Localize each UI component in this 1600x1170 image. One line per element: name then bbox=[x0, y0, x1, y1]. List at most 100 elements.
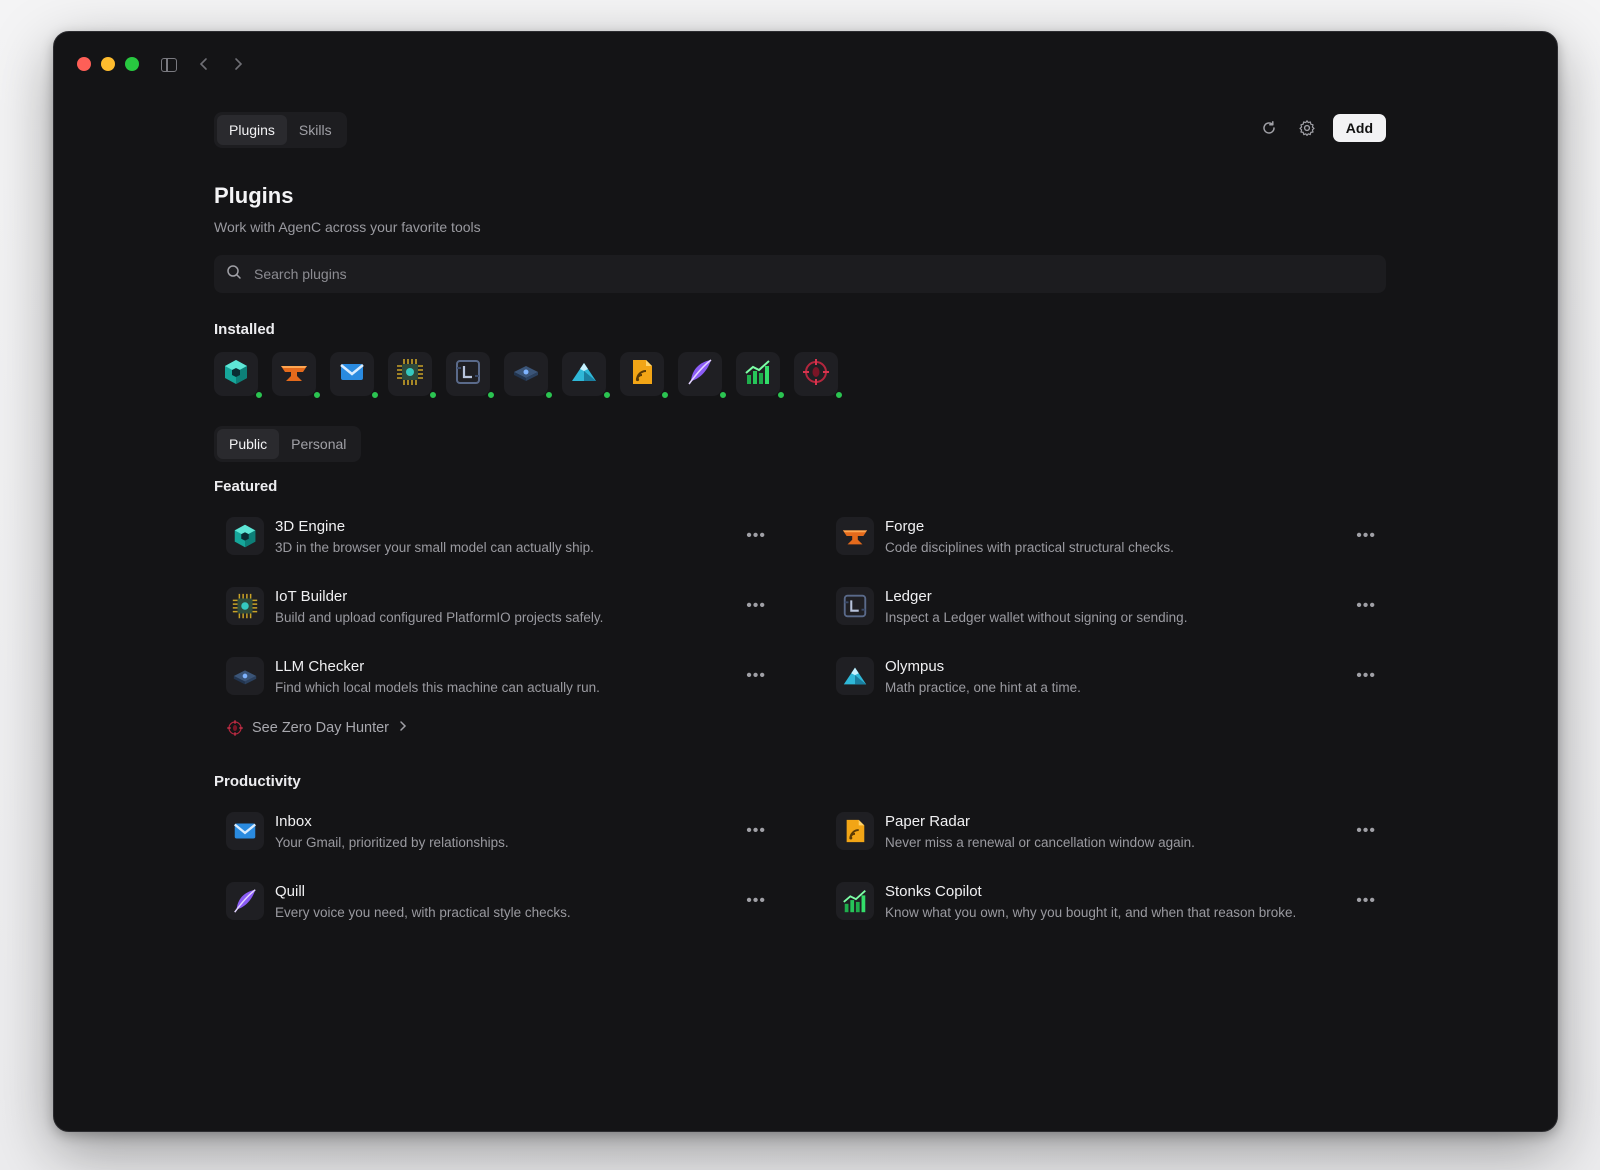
more-options-icon[interactable]: ••• bbox=[1356, 822, 1376, 840]
plugin-description: Math practice, one hint at a time. bbox=[885, 679, 1081, 695]
plugin-description: Inspect a Ledger wallet without signing … bbox=[885, 609, 1188, 625]
plugin-card-llm-checker[interactable]: LLM Checker Find which local models this … bbox=[214, 641, 776, 711]
plugin-name: 3D Engine bbox=[275, 517, 346, 535]
more-options-icon[interactable]: ••• bbox=[746, 822, 766, 840]
plugin-name: Ledger bbox=[885, 587, 932, 605]
tab-plugins[interactable]: Plugins bbox=[217, 115, 287, 145]
installed-stonks-copilot[interactable] bbox=[736, 352, 785, 399]
installed-3d-engine[interactable] bbox=[214, 352, 263, 399]
installed-quill[interactable] bbox=[678, 352, 727, 399]
plugin-name: Inbox bbox=[275, 812, 312, 830]
close-window-button[interactable] bbox=[77, 57, 91, 71]
stocks-chart-icon bbox=[743, 357, 773, 392]
page-title: Plugins bbox=[214, 183, 294, 208]
plugin-description: Find which local models this machine can… bbox=[275, 679, 600, 695]
installed-ledger[interactable] bbox=[446, 352, 495, 399]
installed-paper-radar[interactable] bbox=[620, 352, 669, 399]
gear-icon[interactable] bbox=[1295, 116, 1319, 140]
more-options-icon[interactable]: ••• bbox=[1356, 892, 1376, 910]
see-more-label: See Zero Day Hunter bbox=[252, 720, 390, 736]
installed-status-dot bbox=[545, 391, 553, 399]
anvil-icon bbox=[836, 517, 874, 555]
llm-chip-icon bbox=[226, 657, 264, 695]
installed-status-dot bbox=[255, 391, 263, 399]
plugin-card-paper-radar[interactable]: Paper Radar Never miss a renewal or cance… bbox=[824, 796, 1386, 866]
see-zero-day-hunter-link[interactable]: See Zero Day Hunter bbox=[214, 711, 1386, 745]
plugin-card-iot-builder[interactable]: IoT Builder Build and upload configured P… bbox=[214, 571, 776, 641]
ledger-icon bbox=[836, 587, 874, 625]
plugin-card-stonks-copilot[interactable]: Stonks Copilot Know what you own, why you… bbox=[824, 866, 1386, 936]
plugin-card-ledger[interactable]: Ledger Inspect a Ledger wallet without si… bbox=[824, 571, 1386, 641]
plugin-card-3d-engine[interactable]: 3D Engine 3D in the browser your small mo… bbox=[214, 501, 776, 571]
tab-public[interactable]: Public bbox=[217, 429, 280, 459]
app-window: Plugins Skills Add Plugins Work with Age… bbox=[53, 31, 1558, 1132]
page-subtitle: Work with AgenC across your favorite too… bbox=[214, 219, 481, 235]
plugin-name: Stonks Copilot bbox=[885, 882, 982, 900]
add-button[interactable]: Add bbox=[1332, 114, 1386, 142]
zoom-window-button[interactable] bbox=[125, 57, 139, 71]
search-field[interactable]: Search plugins bbox=[214, 255, 1386, 293]
search-icon bbox=[226, 264, 242, 285]
cube-icon bbox=[221, 357, 251, 392]
more-options-icon[interactable]: ••• bbox=[746, 892, 766, 910]
plugin-name: Paper Radar bbox=[885, 812, 971, 830]
cube-icon bbox=[226, 517, 264, 555]
more-options-icon[interactable]: ••• bbox=[746, 527, 766, 545]
plugin-card-forge[interactable]: Forge Code disciplines with practical str… bbox=[824, 501, 1386, 571]
plugin-card-olympus[interactable]: Olympus Math practice, one hint at a time… bbox=[824, 641, 1386, 711]
installed-plugins bbox=[214, 352, 1386, 399]
installed-olympus[interactable] bbox=[562, 352, 611, 399]
installed-status-dot bbox=[661, 391, 669, 399]
chevron-right-icon bbox=[399, 720, 407, 736]
plugin-card-inbox[interactable]: Inbox Your Gmail, prioritized by relation… bbox=[214, 796, 776, 866]
featured-grid: 3D Engine 3D in the browser your small mo… bbox=[214, 501, 1386, 711]
mountain-icon bbox=[569, 357, 599, 392]
sidebar-toggle-icon[interactable] bbox=[161, 58, 177, 72]
more-options-icon[interactable]: ••• bbox=[746, 667, 766, 685]
installed-forge[interactable] bbox=[272, 352, 321, 399]
stocks-chart-icon bbox=[836, 882, 874, 920]
more-options-icon[interactable]: ••• bbox=[1356, 597, 1376, 615]
installed-status-dot bbox=[835, 391, 843, 399]
refresh-icon[interactable] bbox=[1257, 116, 1281, 140]
plugin-description: Code disciplines with practical structur… bbox=[885, 539, 1174, 555]
envelope-icon bbox=[226, 812, 264, 850]
plugin-description: Your Gmail, prioritized by relationships… bbox=[275, 834, 509, 850]
plugin-card-quill[interactable]: Quill Every voice you need, with practica… bbox=[214, 866, 776, 936]
tab-skills[interactable]: Skills bbox=[287, 115, 344, 145]
plugin-name: LLM Checker bbox=[275, 657, 365, 675]
crosshair-bug-icon bbox=[226, 719, 244, 737]
productivity-heading: Productivity bbox=[214, 773, 301, 790]
installed-status-dot bbox=[603, 391, 611, 399]
installed-heading: Installed bbox=[214, 321, 275, 338]
installed-status-dot bbox=[371, 391, 379, 399]
search-input[interactable]: Search plugins bbox=[254, 266, 347, 282]
more-options-icon[interactable]: ••• bbox=[746, 597, 766, 615]
forward-arrow-icon[interactable] bbox=[232, 55, 244, 78]
plugin-name: Olympus bbox=[885, 657, 945, 675]
anvil-icon bbox=[278, 357, 310, 392]
minimize-window-button[interactable] bbox=[101, 57, 115, 71]
llm-chip-icon bbox=[511, 357, 541, 392]
tab-personal[interactable]: Personal bbox=[279, 429, 358, 459]
installed-zero-day-hunter[interactable] bbox=[794, 352, 843, 399]
installed-iot-builder[interactable] bbox=[388, 352, 437, 399]
feather-icon bbox=[226, 882, 264, 920]
plugin-name: Forge bbox=[885, 517, 925, 535]
feather-icon bbox=[685, 357, 715, 392]
plugins-skills-tabs: Plugins Skills bbox=[214, 112, 347, 148]
plugin-description: 3D in the browser your small model can a… bbox=[275, 539, 594, 555]
installed-inbox[interactable] bbox=[330, 352, 379, 399]
back-arrow-icon[interactable] bbox=[198, 55, 210, 78]
radar-doc-icon bbox=[628, 357, 656, 392]
ledger-icon bbox=[453, 357, 483, 392]
more-options-icon[interactable]: ••• bbox=[1356, 527, 1376, 545]
productivity-grid: Inbox Your Gmail, prioritized by relation… bbox=[214, 796, 1386, 936]
more-options-icon[interactable]: ••• bbox=[1356, 667, 1376, 685]
main-content: Plugins Skills Add Plugins Work with Age… bbox=[214, 112, 1386, 936]
plugin-name: IoT Builder bbox=[275, 587, 348, 605]
installed-llm-checker[interactable] bbox=[504, 352, 553, 399]
plugin-name: Quill bbox=[275, 882, 306, 900]
mountain-icon bbox=[836, 657, 874, 695]
installed-status-dot bbox=[429, 391, 437, 399]
